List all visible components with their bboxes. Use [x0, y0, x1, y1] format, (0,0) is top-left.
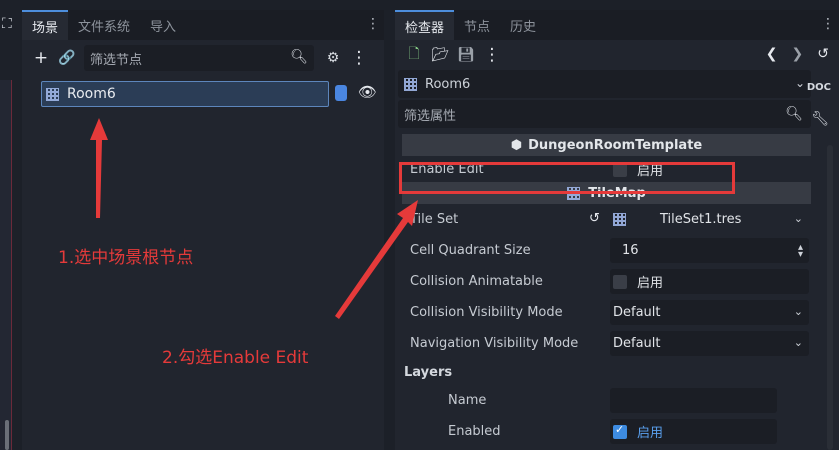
- property-filter-input[interactable]: 筛选属性 🔍︎: [398, 100, 811, 128]
- property-filter-placeholder: 筛选属性: [404, 108, 457, 124]
- object-name: Room6: [425, 76, 471, 92]
- inspector-toolbar: 🗋 📂︎ 💾︎ ⋮ ❮ ❯ ↺: [395, 40, 839, 70]
- tools-icon[interactable]: 🔧︎: [811, 111, 829, 127]
- annotation-step2: 2.勾选Enable Edit: [162, 348, 309, 368]
- prop-label: Cell Quadrant Size: [410, 243, 531, 258]
- object-selector[interactable]: Room6 ⌄: [398, 70, 811, 98]
- inspector-dock: 检查器 节点 历史 ⋮ 🗋 📂︎ 💾︎ ⋮ ❮ ❯ ↺ Room6 ⌄ DOC …: [395, 10, 839, 450]
- viewport-edge: ⛶: [0, 0, 20, 450]
- inspector-tabbar: 检查器 节点 历史 ⋮: [395, 10, 839, 40]
- node-filter-placeholder: 筛选节点: [90, 52, 143, 68]
- checkbox-label: 启用: [637, 276, 664, 291]
- root-node-label: Room6: [67, 86, 116, 102]
- annotation-step1: 1.选中场景根节点: [58, 248, 194, 268]
- fullscreen-icon[interactable]: ⛶: [2, 16, 12, 32]
- root-node-row[interactable]: Room6: [41, 81, 329, 107]
- layers-header[interactable]: Layers: [395, 359, 839, 385]
- scene-menu-icon[interactable]: ⋮: [346, 45, 372, 71]
- cell-quadrant-spinbox[interactable]: 16 ▴ ▾: [610, 238, 809, 263]
- prop-label: Navigation Visibility Mode: [410, 336, 579, 351]
- checkbox-checked-icon: [613, 423, 627, 439]
- visibility-eye-icon[interactable]: 👁︎: [358, 83, 377, 101]
- viewport-scrollbar[interactable]: [5, 420, 9, 450]
- script-section-title: DungeonRoomTemplate: [528, 137, 703, 153]
- layer-enabled-checkbox[interactable]: 启用: [610, 419, 777, 444]
- dock-menu-icon[interactable]: ⋮: [366, 16, 380, 32]
- resource-menu-icon[interactable]: ⋮: [479, 42, 505, 68]
- tab-history[interactable]: 历史: [500, 10, 546, 40]
- script-section-header[interactable]: ⬢ DungeonRoomTemplate: [402, 134, 811, 156]
- checkbox-label: 启用: [637, 426, 664, 441]
- forward-icon[interactable]: ❯: [792, 46, 804, 62]
- prop-collision-visibility-mode: Collision Visibility Mode Default ⌄: [395, 297, 839, 328]
- chevron-down-icon: ⌄: [794, 76, 805, 90]
- tileset-value: TileSet1.tres: [660, 212, 742, 227]
- prop-layer-name: Name: [395, 385, 839, 416]
- search-icon: 🔍︎: [785, 106, 803, 122]
- prop-label: Tile Set: [410, 212, 459, 227]
- script-icon[interactable]: [335, 85, 347, 101]
- back-icon[interactable]: ❮: [766, 46, 778, 62]
- spinbox-value: 16: [622, 243, 639, 258]
- tilemap-icon: [46, 87, 59, 101]
- chevron-down-icon: ⌄: [793, 336, 803, 349]
- collision-visibility-select[interactable]: Default ⌄: [610, 300, 809, 325]
- tab-filesystem[interactable]: 文件系统: [68, 10, 140, 40]
- navigation-visibility-select[interactable]: Default ⌄: [610, 331, 809, 356]
- new-resource-icon[interactable]: 🗋: [401, 42, 427, 68]
- save-icon[interactable]: 💾︎: [453, 42, 479, 68]
- add-node-icon[interactable]: +: [28, 45, 54, 71]
- tilemap-icon: [404, 77, 417, 91]
- select-value: Default: [613, 336, 661, 351]
- inspector-menu-icon[interactable]: ⋮: [821, 16, 835, 32]
- history-nav: ❮ ❯ ↺: [766, 46, 829, 62]
- scene-tabbar: 场景 文件系统 导入 ⋮: [22, 10, 384, 40]
- link-icon[interactable]: 🔗: [54, 45, 80, 71]
- node-filter-input[interactable]: 筛选节点 🔍︎: [84, 45, 314, 71]
- open-folder-icon[interactable]: 📂︎: [427, 42, 453, 68]
- annotation-highlight-box: [399, 162, 735, 194]
- prop-navigation-visibility-mode: Navigation Visibility Mode Default ⌄: [395, 328, 839, 359]
- tab-import[interactable]: 导入: [140, 10, 186, 40]
- layer-name-input[interactable]: [610, 388, 777, 413]
- spinner-icon[interactable]: ▴ ▾: [798, 243, 803, 260]
- collision-animatable-checkbox[interactable]: 启用: [610, 269, 809, 294]
- viewport-strip[interactable]: [0, 80, 12, 450]
- chevron-down-icon: ⌄: [793, 305, 803, 318]
- scene-dock: 场景 文件系统 导入 ⋮ + 🔗 筛选节点 🔍︎ ⚙ ⋮ Room6 👁︎: [22, 10, 384, 450]
- prop-cell-quadrant-size: Cell Quadrant Size 16 ▴ ▾: [395, 235, 839, 266]
- select-value: Default: [613, 305, 661, 320]
- prop-label: Collision Visibility Mode: [410, 305, 563, 320]
- tab-scene[interactable]: 场景: [22, 10, 69, 40]
- search-icon: 🔍︎: [290, 49, 308, 65]
- prop-label: Collision Animatable: [410, 274, 543, 289]
- prop-tile-set: Tile Set ↺ TileSet1.tres ⌄: [395, 204, 839, 235]
- scene-toolbar: + 🔗 筛选节点 🔍︎ ⚙ ⋮: [22, 40, 384, 76]
- chevron-down-icon: ⌄: [793, 212, 803, 225]
- cube-icon: ⬢: [510, 137, 523, 153]
- history-icon[interactable]: ↺: [817, 46, 829, 62]
- tab-node[interactable]: 节点: [454, 10, 500, 40]
- attach-script-icon[interactable]: ⚙: [320, 45, 346, 71]
- inspector-scrollbar[interactable]: [827, 145, 833, 450]
- checkbox-icon: [613, 274, 627, 289]
- tileset-icon: [613, 213, 626, 226]
- tab-inspector[interactable]: 检查器: [395, 10, 455, 40]
- revert-icon[interactable]: ↺: [589, 211, 600, 226]
- prop-layer-enabled: Enabled 启用: [395, 416, 839, 447]
- tileset-resource[interactable]: TileSet1.tres ⌄: [610, 207, 809, 232]
- prop-collision-animatable: Collision Animatable 启用: [395, 266, 839, 297]
- doc-icon[interactable]: DOC: [807, 82, 831, 93]
